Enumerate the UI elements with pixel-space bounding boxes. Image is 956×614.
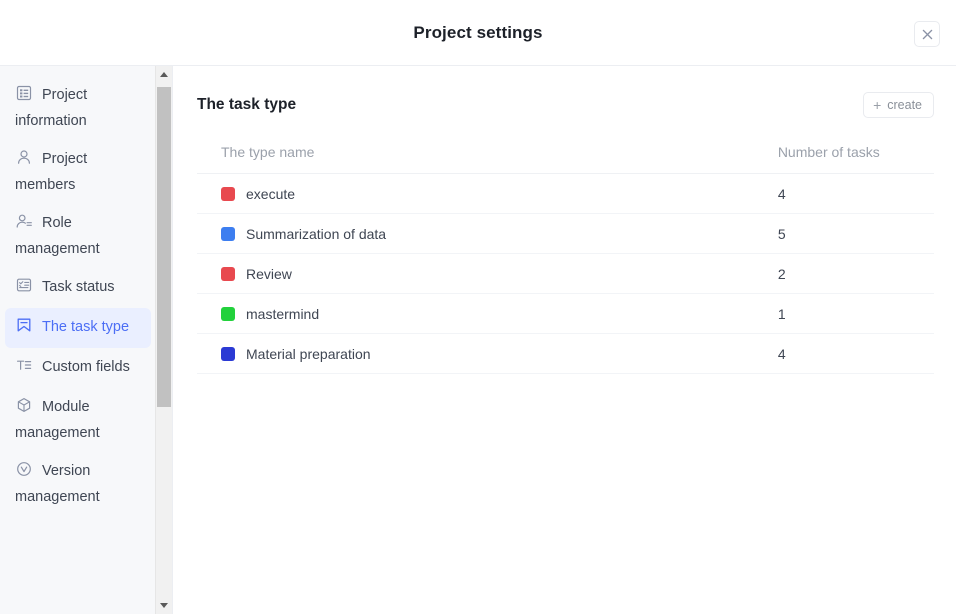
table-row[interactable]: Summarization of data 5 [197, 214, 934, 254]
color-swatch [221, 347, 235, 361]
sidebar-item-project-members[interactable]: Project members [5, 140, 151, 204]
type-name-label: Review [246, 266, 292, 282]
table-row[interactable]: Review 2 [197, 254, 934, 294]
table-header: The type name Number of tasks [197, 144, 934, 174]
cell-type-name: Summarization of data [197, 214, 408, 254]
cube-icon [15, 396, 33, 414]
create-button-label: create [887, 98, 922, 112]
user-icon [15, 148, 33, 166]
table-row[interactable]: mastermind 1 [197, 294, 934, 334]
sidebar-item-label: The task type [42, 319, 129, 335]
cell-type-name: execute [197, 174, 408, 214]
table-row[interactable]: Material preparation 4 [197, 334, 934, 374]
cell-task-count: 1 [408, 294, 934, 334]
text-field-icon [15, 356, 33, 374]
sidebar-item-role-management[interactable]: Role management [5, 204, 151, 268]
main-content: The task type + create The type name Num… [173, 66, 956, 614]
table-header-row: The type name Number of tasks [197, 144, 934, 174]
close-button[interactable] [914, 21, 940, 47]
bookmark-icon [15, 316, 33, 334]
sidebar-nav: Project information Project members [0, 66, 156, 614]
sidebar-scrollbar[interactable] [155, 66, 172, 614]
sidebar: Project information Project members [0, 66, 173, 614]
color-swatch [221, 227, 235, 241]
user-role-icon [15, 212, 33, 230]
sidebar-item-module-management[interactable]: Module management [5, 388, 151, 452]
color-swatch [221, 267, 235, 281]
sidebar-item-task-status[interactable]: Task status [5, 268, 151, 308]
type-name-label: mastermind [246, 306, 319, 322]
list-box-icon [15, 84, 33, 102]
scrollbar-thumb[interactable] [157, 87, 171, 407]
plus-icon: + [873, 98, 881, 112]
version-circle-icon [15, 460, 33, 478]
cell-task-count: 2 [408, 254, 934, 294]
scrollbar-down-button[interactable] [156, 597, 172, 614]
cell-task-count: 5 [408, 214, 934, 254]
cell-type-name: Material preparation [197, 334, 408, 374]
sidebar-item-project-information[interactable]: Project information [5, 76, 151, 140]
sidebar-item-label: Custom fields [42, 359, 130, 375]
chevron-down-icon [160, 603, 168, 608]
sidebar-item-version-management[interactable]: Version management [5, 452, 151, 516]
project-settings-dialog: Project settings [0, 0, 956, 614]
sidebar-item-the-task-type[interactable]: The task type [5, 308, 151, 348]
type-name-label: Material preparation [246, 346, 371, 362]
task-status-icon [15, 276, 33, 294]
type-name-label: Summarization of data [246, 226, 386, 242]
table-body: execute4Summarization of data5Review2mas… [197, 174, 934, 374]
panel-title: The task type [197, 96, 296, 114]
page-title: Project settings [413, 23, 542, 43]
sidebar-item-label: Task status [42, 279, 115, 295]
color-swatch [221, 307, 235, 321]
table-row[interactable]: execute 4 [197, 174, 934, 214]
type-name-label: execute [246, 186, 295, 202]
dialog-header: Project settings [0, 0, 956, 66]
panel-header: The task type + create [197, 92, 934, 118]
chevron-up-icon [160, 72, 168, 77]
dialog-body: Project information Project members [0, 66, 956, 614]
column-header-type-name: The type name [197, 144, 408, 174]
cell-type-name: Review [197, 254, 408, 294]
create-button[interactable]: + create [863, 92, 934, 118]
sidebar-item-custom-fields[interactable]: Custom fields [5, 348, 151, 388]
cell-task-count: 4 [408, 174, 934, 214]
close-icon [922, 29, 933, 40]
color-swatch [221, 187, 235, 201]
task-type-table: The type name Number of tasks execute4Su… [197, 144, 934, 374]
column-header-number-of-tasks: Number of tasks [408, 144, 934, 174]
scrollbar-up-button[interactable] [156, 66, 172, 83]
cell-type-name: mastermind [197, 294, 408, 334]
cell-task-count: 4 [408, 334, 934, 374]
